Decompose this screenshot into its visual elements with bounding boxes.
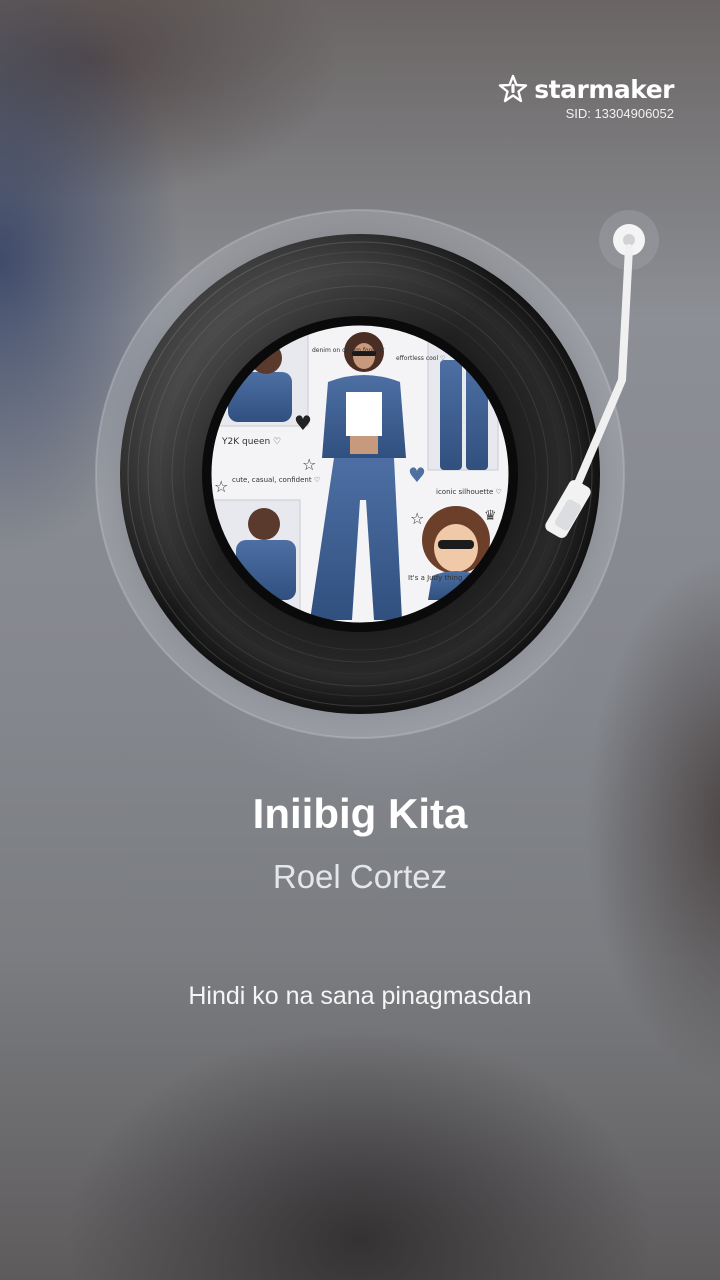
artist-name: Roel Cortez: [272, 858, 448, 895]
current-lyric-line: Hindi ko na sana pinagmasdan: [188, 982, 532, 1010]
cover-caption: cute, casual, confident ♡: [232, 476, 320, 484]
svg-text:♛: ♛: [484, 508, 497, 524]
song-title: Iniibig Kita: [252, 790, 468, 837]
cover-caption: iconic silhouette ♡: [436, 488, 502, 496]
cover-caption: It's a Judy thing ♡: [408, 574, 471, 582]
svg-text:♥: ♥: [294, 411, 312, 435]
cover-caption: Y2K queen ♡: [221, 437, 281, 447]
cover-caption: denim on denim forever: [312, 347, 385, 354]
cover-caption: effortless cool ♡: [396, 355, 445, 362]
vinyl-player: ☆ ☆ ☆ ♥ ♥ ♛ Y2K queen ♡ cute, casual, co…: [95, 209, 659, 739]
svg-text:♥: ♥: [408, 463, 426, 487]
svg-text:☆: ☆: [410, 509, 424, 528]
svg-text:☆: ☆: [302, 455, 316, 474]
svg-text:☆: ☆: [214, 477, 228, 496]
